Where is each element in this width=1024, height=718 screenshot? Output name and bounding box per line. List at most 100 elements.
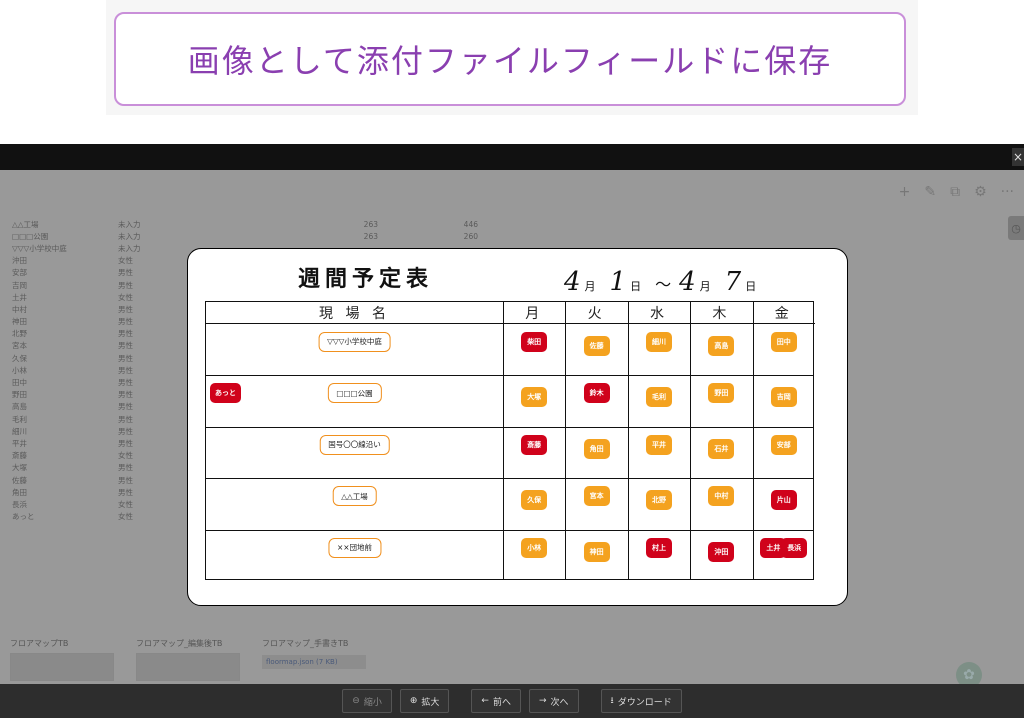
attachment-link[interactable]: floormap.json (7 KB) <box>262 655 366 669</box>
table-cell: 263 <box>363 219 378 229</box>
table-cell: 中村 <box>12 304 27 314</box>
start-day: 1 <box>609 267 627 297</box>
worker-chip[interactable]: 安部 <box>770 434 797 455</box>
site-name-label[interactable]: 国号〇〇線沿い <box>319 434 390 455</box>
worker-chip[interactable]: 斎藤 <box>521 434 548 455</box>
table-cell: 446 <box>463 219 478 229</box>
worker-chip[interactable]: 平井 <box>646 434 672 455</box>
worker-chip[interactable]: 小林 <box>521 537 548 558</box>
worker-chip[interactable]: 吉岡 <box>770 387 797 408</box>
site-name-label[interactable]: ××団地前 <box>327 537 382 558</box>
start-month: 4 <box>564 267 581 297</box>
day-column-header: 金 <box>752 302 815 324</box>
more-icon[interactable]: ··· <box>1001 184 1014 200</box>
worker-chip[interactable]: 石井 <box>708 438 735 459</box>
background-fields: フロアマップTB フロアマップ_編集後TB フロアマップ_手書きTB floormap… <box>10 638 372 681</box>
prev-label: 前へ <box>492 697 511 708</box>
table-cell: 毛利 <box>12 414 27 424</box>
table-cell: 佐藤 <box>12 475 27 485</box>
attachment-thumbnail[interactable] <box>10 653 114 681</box>
day-column-header: 月 <box>503 302 566 324</box>
unassigned-worker-chip[interactable]: あっと <box>210 383 241 404</box>
day-column-header: 木 <box>690 302 753 324</box>
table-cell: 長浜 <box>12 499 27 509</box>
zoom-in-label: 拡大 <box>421 697 440 708</box>
day-column-header: 火 <box>565 302 628 324</box>
column-divider <box>690 302 692 579</box>
site-name-label[interactable]: □□□公園 <box>327 383 382 404</box>
table-cell: 斎藤 <box>12 451 27 461</box>
side-panel-toggle[interactable]: ◷ <box>1008 216 1024 240</box>
worker-chip[interactable]: 鈴木 <box>583 383 610 404</box>
start-month-unit: 月 <box>584 280 596 293</box>
edit-icon[interactable]: ✎ <box>924 184 936 200</box>
record-toolbar: + ✎ ⧉ ⚙ ··· <box>899 184 1014 200</box>
schedule-image: 週間予定表 4 月 1 日 ～ 4 月 7 日 現 場 名月火水木金 ▽▽▽小学校… <box>187 248 848 606</box>
arrow-left-icon: ← <box>481 696 489 706</box>
worker-chip[interactable]: 大塚 <box>521 387 548 408</box>
table-cell: 土井 <box>12 292 27 302</box>
attachment-thumbnail[interactable] <box>136 653 240 681</box>
worker-chip[interactable]: 細川 <box>646 331 672 352</box>
worker-chip[interactable]: 片山 <box>770 490 797 511</box>
table-row: □□□公園 未入力 263 260 <box>12 230 652 242</box>
table-cell: 平井 <box>12 438 27 448</box>
save-as-image-button[interactable]: 画像として添付ファイルフィールドに保存 <box>114 12 906 106</box>
next-button[interactable]: → 次へ <box>528 689 579 713</box>
viewer-bottom-toolbar: ⊖ 縮小 ⊕ 拡大 ← 前へ → 次へ ⭳ ダウンロード <box>0 684 1024 718</box>
table-cell: 吉岡 <box>12 280 27 290</box>
worker-chip[interactable]: 角田 <box>583 438 610 459</box>
zoom-out-icon: ⊖ <box>352 696 360 706</box>
arrow-right-icon: → <box>538 696 547 706</box>
site-name-label[interactable]: △△工場 <box>332 486 377 507</box>
worker-chip[interactable]: 高島 <box>708 335 735 356</box>
table-cell: 高島 <box>12 402 27 412</box>
zoom-out-button[interactable]: ⊖ 縮小 <box>342 689 392 713</box>
table-cell: 小林 <box>12 365 27 375</box>
attachment-field: フロアマップ_手書きTB floormap.json (7 KB) <box>262 638 372 681</box>
column-divider <box>503 302 504 579</box>
column-divider <box>752 302 754 579</box>
download-button[interactable]: ⭳ ダウンロード <box>600 689 682 713</box>
close-button[interactable]: × <box>1012 148 1024 166</box>
zoom-in-icon: ⊕ <box>409 696 418 706</box>
attachment-field: フロアマップTB <box>10 638 120 681</box>
schedule-table: 現 場 名月火水木金 ▽▽▽小学校中庭 柴田 佐藤 細川 高島 田中 □□□公園 大塚 鈴木 毛利 野… <box>205 301 815 580</box>
attachment-field: フロアマップ_編集後TB <box>136 638 246 681</box>
zoom-in-button[interactable]: ⊕ 拡大 <box>399 689 450 713</box>
prev-button[interactable]: ← 前へ <box>471 689 521 713</box>
table-cell: 細川 <box>12 426 27 436</box>
table-cell: ▽▽▽小学校中庭 <box>12 243 67 253</box>
save-as-image-label: 画像として添付ファイルフィールドに保存 <box>187 42 833 80</box>
worker-chip[interactable]: 北野 <box>646 490 672 511</box>
end-day: 7 <box>724 267 742 297</box>
worker-chip[interactable]: 佐藤 <box>583 335 610 356</box>
table-cell: 263 <box>363 231 378 241</box>
row-divider <box>206 478 813 480</box>
worker-chip[interactable]: 久保 <box>521 490 548 511</box>
worker-chip[interactable]: 村上 <box>646 537 672 558</box>
worker-chip[interactable]: 長浜 <box>781 537 808 558</box>
row-divider <box>206 529 813 531</box>
worker-chip[interactable]: 田中 <box>770 331 797 352</box>
copy-icon[interactable]: ⧉ <box>950 184 960 200</box>
worker-chip[interactable]: 沖田 <box>708 541 735 562</box>
worker-chip[interactable]: 中村 <box>708 486 735 507</box>
table-cell: 大塚 <box>12 463 27 473</box>
worker-chip[interactable]: 宮本 <box>583 486 610 507</box>
add-icon[interactable]: + <box>899 184 911 200</box>
table-cell: 宮本 <box>12 341 27 351</box>
date-range: 4 月 1 日 ～ 4 月 7 日 <box>564 267 770 297</box>
worker-chip[interactable]: 毛利 <box>646 387 672 408</box>
site-name-label[interactable]: ▽▽▽小学校中庭 <box>318 331 391 352</box>
worker-chip[interactable]: 野田 <box>708 383 735 404</box>
worker-chip[interactable]: 柴田 <box>521 331 548 352</box>
day-column-header: 水 <box>627 302 691 324</box>
gear-icon[interactable]: ⚙ <box>974 184 987 200</box>
zoom-out-label: 縮小 <box>363 697 382 708</box>
worker-chip[interactable]: 神田 <box>583 541 610 562</box>
table-cell: □□□公園 <box>12 231 49 241</box>
table-cell: 260 <box>463 231 478 241</box>
table-cell: 安部 <box>12 268 27 278</box>
field-label: フロアマップTB <box>10 639 69 648</box>
